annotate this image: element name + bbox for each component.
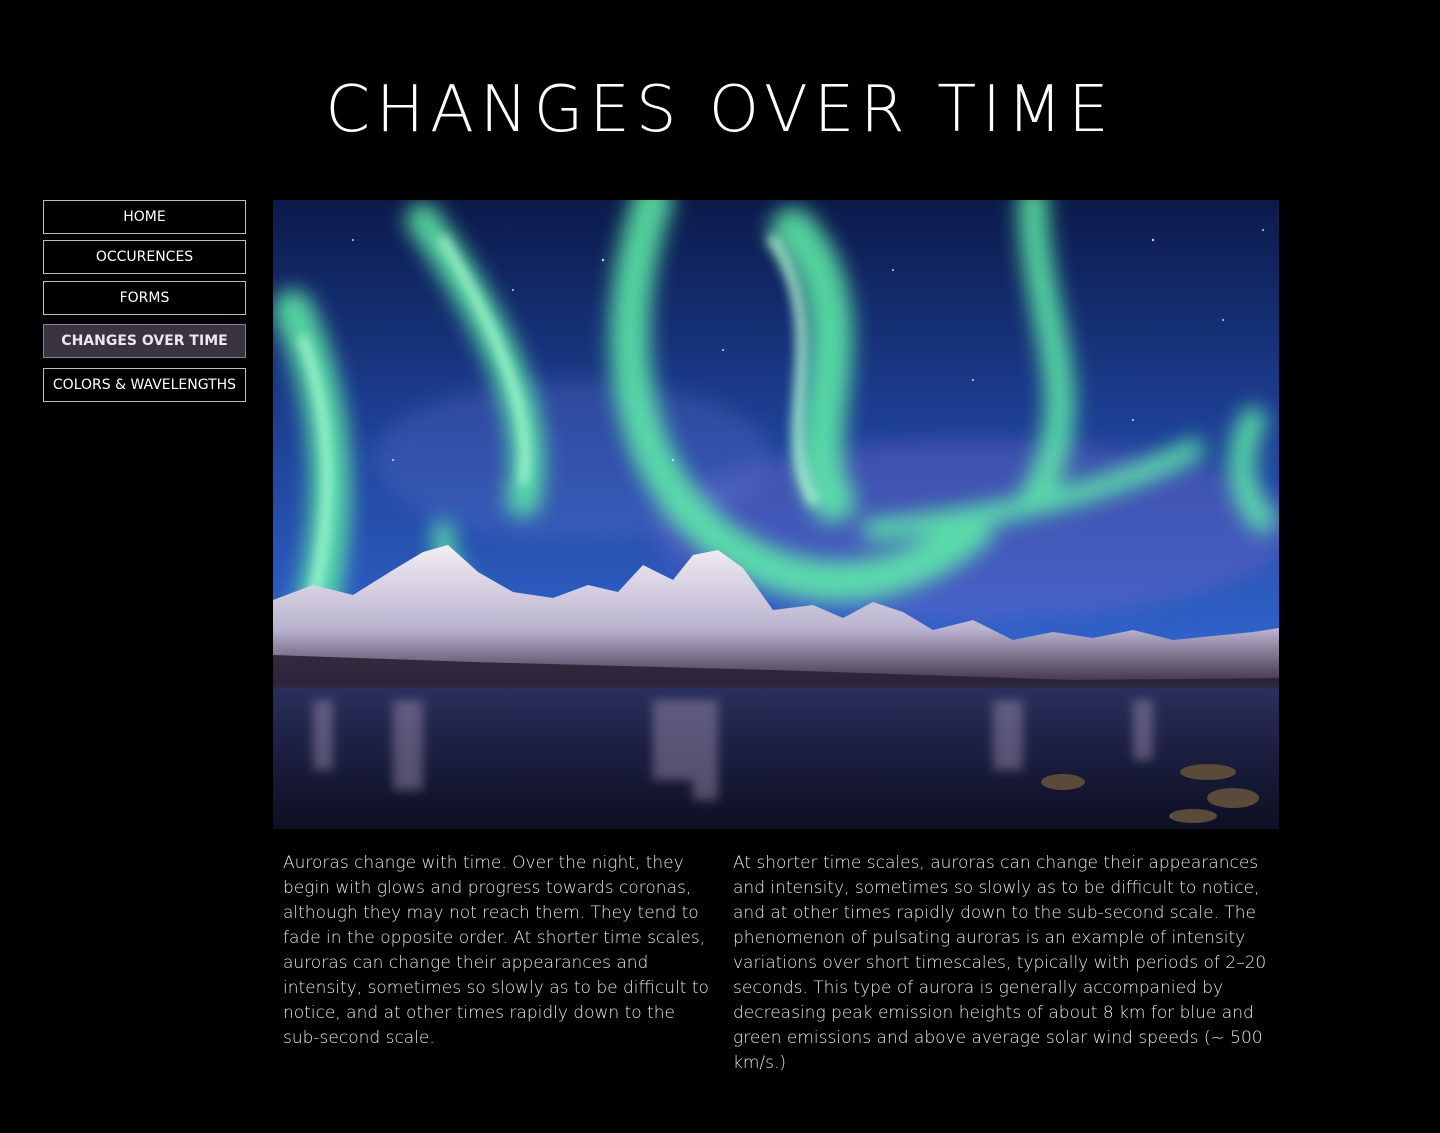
nav-item-home[interactable]: HOME	[43, 200, 246, 234]
paragraph-left: Auroras change with time. Over the night…	[283, 853, 709, 1048]
aurora-landscape-image	[273, 200, 1279, 829]
nav-item-forms[interactable]: FORMS	[43, 281, 246, 315]
nav-item-colors-wavelengths[interactable]: COLORS & WAVELENGTHS	[43, 368, 246, 402]
hero-image	[273, 200, 1279, 829]
page-title: CHANGES OVER TIME	[325, 73, 1115, 147]
paragraph-right: At shorter time scales, auroras can chan…	[733, 853, 1267, 1073]
nav-item-occurences[interactable]: OCCURENCES	[43, 240, 246, 274]
nav-item-changes-over-time[interactable]: CHANGES OVER TIME	[43, 324, 246, 358]
